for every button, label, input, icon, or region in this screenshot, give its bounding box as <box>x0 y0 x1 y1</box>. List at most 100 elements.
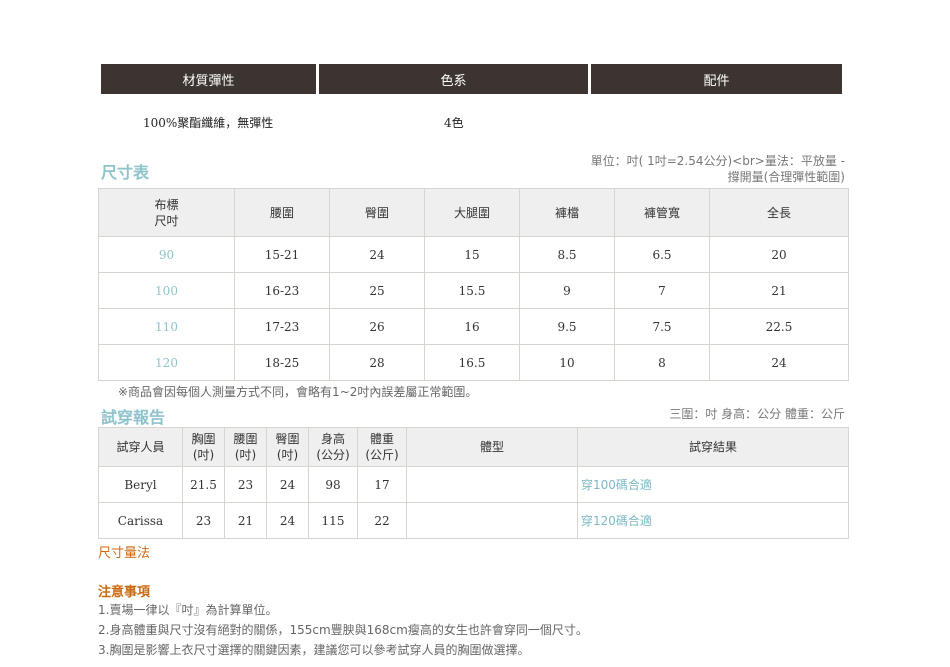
table-cell: 8 <box>614 344 710 381</box>
table-cell: 26 <box>329 308 425 345</box>
person-name: Beryl <box>98 466 183 503</box>
size-disclaimer: ※商品會因每個人測量方式不同，會略有1~2吋內誤差屬正常範圍。 <box>118 385 478 399</box>
table-cell: 23 <box>224 466 267 503</box>
note-item: 1.賣場一律以『吋』為計算單位。 <box>98 603 278 617</box>
fit-result: 穿100碼合適 <box>577 466 849 503</box>
color-header-label: 色系 <box>440 73 467 89</box>
table-cell: 28 <box>329 344 425 381</box>
table-cell: 16.5 <box>424 344 520 381</box>
material-value: 100%聚酯纖維，無彈性 <box>143 116 274 130</box>
table-cell: 16 <box>424 308 520 345</box>
table-row: 120 18-25 28 16.5 10 8 24 <box>98 344 849 381</box>
table-cell: 7.5 <box>614 308 710 345</box>
table-cell: 10 <box>519 344 615 381</box>
body-type-header: 體型 <box>406 427 578 467</box>
weight-header-unit: (公斤) <box>365 448 399 462</box>
size-table: 布標 尺吋 腰圍 臀圍 大腿圍 褲檔 褲管寬 全長 90 15-21 24 15 … <box>98 188 849 381</box>
table-cell: 98 <box>308 466 358 503</box>
color-header: 色系 <box>319 64 588 94</box>
table-cell: 15 <box>424 236 520 273</box>
table-cell: 18-25 <box>234 344 330 381</box>
fit-result: 穿120碼合適 <box>577 502 849 539</box>
weight-header: 體重 (公斤) <box>357 427 407 467</box>
col-header: 臀圍 <box>329 188 425 237</box>
table-cell: 24 <box>329 236 425 273</box>
size-cell: 120 <box>98 344 235 381</box>
table-cell: 21 <box>709 272 849 309</box>
size-chart-title: 尺寸表 <box>101 163 150 182</box>
measure-method-link[interactable]: 尺寸量法 <box>98 542 150 561</box>
table-cell: 20 <box>709 236 849 273</box>
size-label-header: 布標 尺吋 <box>98 188 235 237</box>
table-row: 110 17-23 26 16 9.5 7.5 22.5 <box>98 308 849 345</box>
table-row: Beryl 21.5 23 24 98 17 穿100碼合適 <box>98 466 849 503</box>
table-cell: 22.5 <box>709 308 849 345</box>
note-item: 3.胸圍是影響上衣尺寸選擇的關鍵因素，建議您可以參考試穿人員的胸圍做選擇。 <box>98 643 530 657</box>
table-cell: 17-23 <box>234 308 330 345</box>
size-unit-note-line1: 單位：吋( 1吋=2.54公分)<br>量法：平放量 - <box>590 154 845 168</box>
fit-table-header: 試穿人員 胸圍 (吋) 腰圍 (吋) 臀圍 (吋) 身高 (公分) 體重 (公斤) 體型 … <box>98 427 849 467</box>
material-header-label: 材質彈性 <box>182 73 235 89</box>
note-item: 2.身高體重與尺寸沒有絕對的關係，155cm豐腴與168cm瘦高的女生也許會穿同… <box>98 623 588 637</box>
chest-header-unit: (吋) <box>192 448 215 462</box>
table-cell: 16-23 <box>234 272 330 309</box>
table-cell: 17 <box>357 466 407 503</box>
table-cell: 24 <box>709 344 849 381</box>
fit-table: 試穿人員 胸圍 (吋) 腰圍 (吋) 臀圍 (吋) 身高 (公分) 體重 (公斤) 體型 … <box>98 427 849 539</box>
height-header: 身高 (公分) <box>308 427 358 467</box>
notes-title: 注意事項 <box>98 585 151 600</box>
table-row: 90 15-21 24 15 8.5 6.5 20 <box>98 236 849 273</box>
body-type-cell <box>406 466 578 503</box>
chest-header-label: 胸圍 <box>191 432 216 446</box>
col-header: 大腿圍 <box>424 188 520 237</box>
height-header-unit: (公分) <box>316 448 350 462</box>
material-header: 材質彈性 <box>101 64 316 94</box>
height-header-label: 身高 <box>320 432 345 446</box>
size-label-header-line2: 尺吋 <box>154 213 179 228</box>
table-cell: 7 <box>614 272 710 309</box>
table-cell: 24 <box>266 502 309 539</box>
weight-header-label: 體重 <box>369 432 394 446</box>
table-cell: 22 <box>357 502 407 539</box>
table-cell: 25 <box>329 272 425 309</box>
person-header: 試穿人員 <box>98 427 183 467</box>
hip-header-label: 臀圍 <box>275 432 300 446</box>
person-name: Carissa <box>98 502 183 539</box>
table-cell: 21 <box>224 502 267 539</box>
size-label-header-line1: 布標 <box>154 197 179 212</box>
hip-header-unit: (吋) <box>276 448 299 462</box>
size-table-header: 布標 尺吋 腰圍 臀圍 大腿圍 褲檔 褲管寬 全長 <box>98 188 849 237</box>
size-cell: 110 <box>98 308 235 345</box>
color-value: 4色 <box>444 116 464 130</box>
table-cell: 23 <box>182 502 225 539</box>
size-unit-note-line2: 撐開量(合理彈性範圍) <box>727 170 845 184</box>
waist-header: 腰圍 (吋) <box>224 427 267 467</box>
accessory-header-label: 配件 <box>703 73 730 89</box>
table-row: Carissa 23 21 24 115 22 穿120碼合適 <box>98 502 849 539</box>
hip-header: 臀圍 (吋) <box>266 427 309 467</box>
col-header: 腰圍 <box>234 188 330 237</box>
table-cell: 15.5 <box>424 272 520 309</box>
col-header: 褲管寬 <box>614 188 710 237</box>
table-row: 100 16-23 25 15.5 9 7 21 <box>98 272 849 309</box>
table-cell: 8.5 <box>519 236 615 273</box>
fit-report-title: 試穿報告 <box>101 408 166 427</box>
accessory-header: 配件 <box>591 64 842 94</box>
table-cell: 21.5 <box>182 466 225 503</box>
size-unit-note: 單位：吋( 1吋=2.54公分)<br>量法：平放量 - 撐開量(合理彈性範圍) <box>591 153 845 185</box>
waist-header-label: 腰圍 <box>233 432 258 446</box>
table-cell: 6.5 <box>614 236 710 273</box>
waist-header-unit: (吋) <box>234 448 257 462</box>
table-cell: 9.5 <box>519 308 615 345</box>
col-header: 褲檔 <box>519 188 615 237</box>
table-cell: 24 <box>266 466 309 503</box>
col-header: 全長 <box>709 188 849 237</box>
result-header: 試穿結果 <box>577 427 849 467</box>
size-cell: 90 <box>98 236 235 273</box>
fit-unit-note: 三圍：吋 身高：公分 體重：公斤 <box>669 407 845 421</box>
body-type-cell <box>406 502 578 539</box>
table-cell: 9 <box>519 272 615 309</box>
size-cell: 100 <box>98 272 235 309</box>
chest-header: 胸圍 (吋) <box>182 427 225 467</box>
table-cell: 115 <box>308 502 358 539</box>
